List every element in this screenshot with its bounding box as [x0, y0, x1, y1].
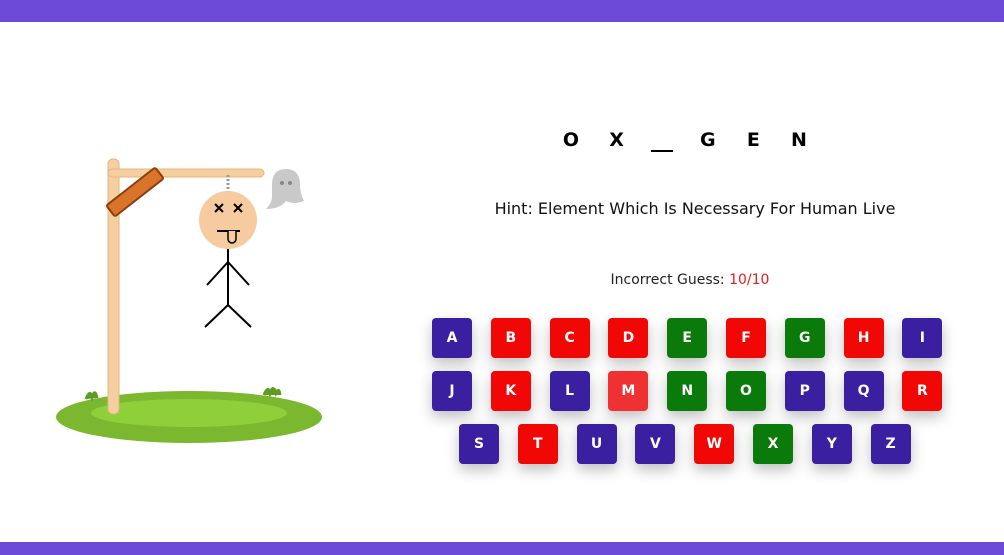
grass-mound-icon — [56, 387, 322, 443]
word-letter: O — [562, 129, 580, 151]
key-y[interactable]: Y — [811, 424, 852, 464]
word-letter: N — [791, 129, 807, 151]
ghost-icon — [266, 169, 304, 209]
key-o[interactable]: O — [726, 371, 766, 411]
key-n[interactable]: N — [667, 371, 708, 411]
key-b[interactable]: B — [490, 318, 531, 358]
word-letter: G — [699, 129, 716, 151]
key-w[interactable]: W — [694, 424, 735, 464]
key-s[interactable]: S — [459, 424, 499, 464]
key-g[interactable]: G — [784, 318, 825, 358]
key-v[interactable]: V — [635, 424, 676, 464]
key-a[interactable]: A — [432, 318, 472, 358]
incorrect-guess: Incorrect Guess: 10/10 — [520, 272, 860, 288]
hint-text: Hint: Element Which Is Necessary For Hum… — [494, 199, 896, 218]
key-h[interactable]: H — [843, 318, 884, 358]
word-letter: X — [609, 129, 624, 151]
word-letter-blank — [651, 126, 674, 152]
key-j[interactable]: J — [432, 371, 472, 411]
key-l[interactable]: L — [549, 371, 590, 411]
key-p[interactable]: P — [784, 371, 825, 411]
key-r[interactable]: R — [902, 371, 943, 411]
key-f[interactable]: F — [726, 318, 766, 358]
hanged-stickman-icon — [199, 191, 257, 328]
key-e[interactable]: E — [667, 318, 708, 358]
key-c[interactable]: C — [549, 318, 590, 358]
incorrect-guess-label: Incorrect Guess: — [610, 272, 730, 288]
key-x[interactable]: X — [753, 424, 793, 464]
key-m[interactable]: M — [608, 371, 649, 411]
key-k[interactable]: K — [490, 371, 531, 411]
key-d[interactable]: D — [608, 318, 649, 358]
word-letter: E — [746, 129, 760, 151]
key-z[interactable]: Z — [870, 424, 911, 464]
incorrect-guess-count: 10/10 — [729, 272, 770, 288]
word-display: O X G E N — [560, 122, 810, 152]
hangman-illustration — [50, 137, 330, 457]
key-q[interactable]: Q — [843, 371, 884, 411]
key-u[interactable]: U — [576, 424, 617, 464]
game-page: O X G E N Hint: Element Which Is Necessa… — [0, 22, 1004, 542]
key-i[interactable]: I — [902, 318, 943, 358]
key-t[interactable]: T — [517, 424, 558, 464]
